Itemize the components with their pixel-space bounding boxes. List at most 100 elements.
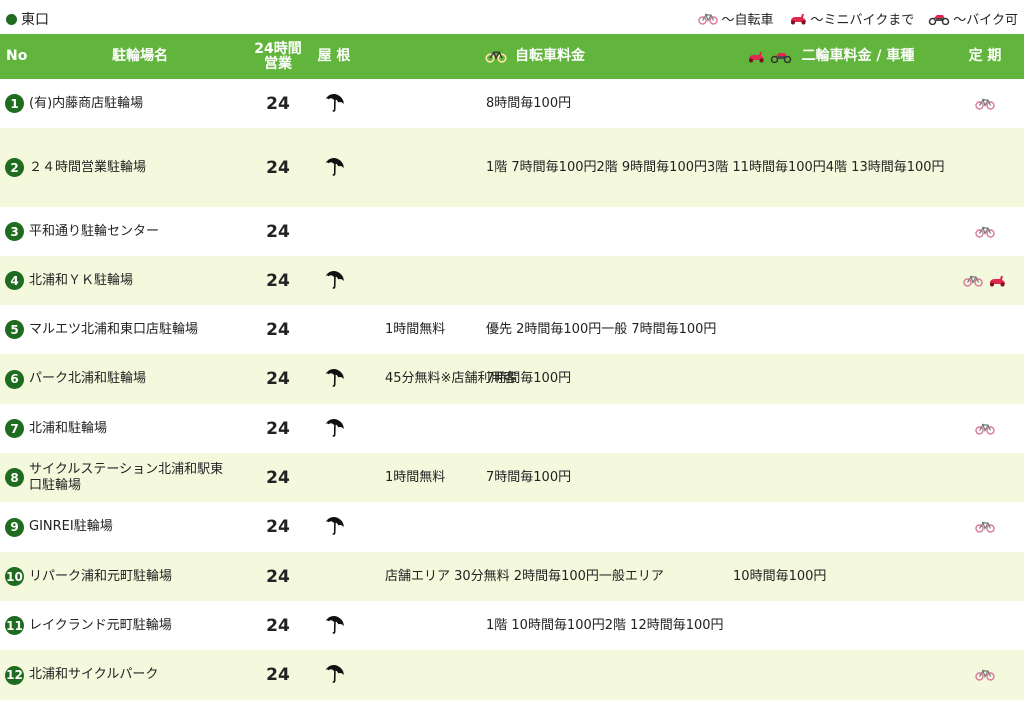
pass-cell [955, 79, 1015, 128]
umbrella-icon [323, 515, 345, 539]
parking-name: ２４時間営業駐輪場 [29, 159, 147, 175]
row-number-badge: 2 [5, 158, 24, 177]
row-number-badge: 1 [5, 94, 24, 113]
umbrella-icon [323, 417, 345, 441]
hours-24-value: 24 [266, 418, 290, 439]
bicycle-fee: 8時間毎100円 [486, 79, 686, 128]
scooter-icon [746, 50, 766, 63]
legend-label-scooter: 〜ミニバイクまで [810, 13, 915, 28]
motorbike-icon [928, 12, 953, 25]
pass-cell [955, 305, 1015, 354]
free-time-note: 45分無料 ※店舗利用客 [385, 354, 516, 404]
section-title-text: 東口 [21, 12, 49, 28]
hours-24-value: 24 [266, 157, 290, 178]
row-number-badge: 8 [5, 468, 24, 487]
parking-name-cell: 4 北浦和ＹＫ駐輪場 [5, 256, 240, 305]
bicycle-fee: 1階 10時間毎100円 2階 12時間毎100円 [486, 601, 724, 650]
row-number-badge: 4 [5, 271, 24, 290]
header-bike-fee-label: 自転車料金 [515, 48, 585, 64]
hours-24-value: 24 [266, 467, 290, 488]
bicycle-icon [963, 275, 983, 287]
bicycle-icon [975, 669, 995, 681]
parking-name: 北浦和サイクルパーク [29, 667, 159, 682]
roof-cell [316, 650, 352, 700]
header-moto-fee: 二輪車料金 / 車種 [725, 34, 935, 79]
free-time-note: 店舗エリア 30分無料 2時間毎100円 一般エリア 10時間毎100円 [385, 552, 826, 601]
table-row: 11 レイクランド元町駐輪場 24 1階 10時間毎100円 2階 12時間毎100円 [0, 601, 1024, 650]
parking-name-cell: 12 北浦和サイクルパーク [5, 650, 240, 700]
fee-line: 一般 7時間毎100円 [601, 321, 717, 337]
umbrella-icon [323, 367, 345, 391]
parking-name-cell: 5 マルエツ北浦和東口店駐輪場 [5, 305, 240, 354]
table-row: 4 北浦和ＹＫ駐輪場 24 [0, 256, 1024, 305]
scooter-icon [788, 12, 811, 25]
header-pass: 定 期 [968, 48, 1002, 64]
pass-cell [955, 502, 1015, 552]
header-hours: 24時間 営業 [246, 34, 310, 79]
pass-cell [955, 453, 1015, 502]
legend-item-bicycle: 〜自転車 [698, 9, 774, 28]
roof-cell [316, 207, 352, 256]
pass-cell [955, 404, 1015, 453]
roof-cell [316, 552, 352, 601]
scooter-icon [987, 274, 1007, 287]
table-row: 6 パーク北浦和駐輪場 24 45分無料 ※店舗利用客 7時間毎100円 [0, 354, 1024, 404]
table-row: 12 北浦和サイクルパーク 24 [0, 650, 1024, 700]
pass-cell [955, 207, 1015, 256]
row-number-badge: 12 [5, 665, 24, 685]
row-number-badge: 10 [5, 567, 24, 586]
table-row: 2 ２４時間営業駐輪場 24 1階 7時間毎100円 2階 9時間毎100円 3階 11時… [0, 128, 1024, 207]
legend-item-motorbike: 〜バイク可 [928, 9, 1018, 28]
umbrella-icon [323, 614, 345, 638]
parking-name: パーク北浦和駐輪場 [29, 371, 147, 386]
bicycle-icon [975, 98, 995, 110]
motorbike-icon [770, 50, 792, 63]
parking-name-cell: 8 サイクルステーション北浦和駅東口駐輪場 [5, 453, 240, 502]
roof-cell [316, 128, 352, 207]
bicycle-icon [698, 13, 721, 25]
note-line: 1時間無料 [385, 321, 446, 337]
parking-name-cell: 6 パーク北浦和駐輪場 [5, 354, 240, 404]
roof-cell [316, 404, 352, 453]
row-number-badge: 11 [5, 616, 24, 635]
legend-label-motorbike: 〜バイク可 [953, 13, 1018, 28]
parking-name: レイクランド元町駐輪場 [29, 617, 172, 633]
pass-cell [955, 650, 1015, 700]
legend-item-scooter: 〜ミニバイクまで [788, 9, 915, 28]
vehicle-legend: 〜自転車 〜ミニバイクまで 〜バイク可 [684, 9, 1018, 28]
roof-cell [316, 305, 352, 354]
table-row: 8 サイクルステーション北浦和駅東口駐輪場 24 1時間無料 7時間毎100円 [0, 453, 1024, 502]
roof-cell [316, 79, 352, 128]
bicycle-icon [975, 521, 995, 533]
fee-line: 7時間毎100円 [486, 371, 572, 386]
parking-name: 北浦和駐輪場 [29, 420, 108, 436]
fee-line: 4階 13時間毎100円 [825, 159, 945, 175]
parking-name-cell: 3 平和通り駐輪センター [5, 207, 240, 256]
umbrella-icon [323, 92, 345, 116]
fee-line: 7時間毎100円 [486, 469, 572, 485]
row-number-badge: 3 [5, 222, 24, 241]
top-bar: 東口 〜自転車 〜ミニバイクまで 〜バイク可 [0, 0, 1024, 36]
row-number-badge: 6 [5, 369, 24, 389]
fee-line: 優先 2時間毎100円 [486, 321, 602, 337]
header-name: 駐輪場名 [112, 48, 168, 64]
note-line: 1時間無料 [385, 469, 446, 485]
pass-cell [955, 552, 1015, 601]
fee-line: 1階 10時間毎100円 [486, 617, 605, 633]
bicycle-icon [975, 226, 995, 238]
parking-name: リパーク浦和元町駐輪場 [29, 568, 173, 584]
umbrella-icon [323, 156, 345, 180]
umbrella-icon [323, 663, 345, 687]
header-no: No [6, 48, 28, 64]
roof-cell [316, 502, 352, 552]
note-line: 45分無料 [385, 371, 441, 386]
bicycle-icon [485, 50, 507, 63]
parking-name: (有)内藤商店駐輪場 [29, 95, 144, 111]
hours-24-value: 24 [266, 665, 290, 685]
row-number-badge: 7 [5, 419, 24, 438]
table-header: No 駐輪場名 24時間 営業 屋 根 自転車料金 二輪車料金 / 車種 定 期 [0, 34, 1024, 79]
roof-cell [316, 601, 352, 650]
table-row: 3 平和通り駐輪センター 24 [0, 207, 1024, 256]
roof-cell [316, 354, 352, 404]
header-hours-line2: 営業 [264, 55, 292, 72]
